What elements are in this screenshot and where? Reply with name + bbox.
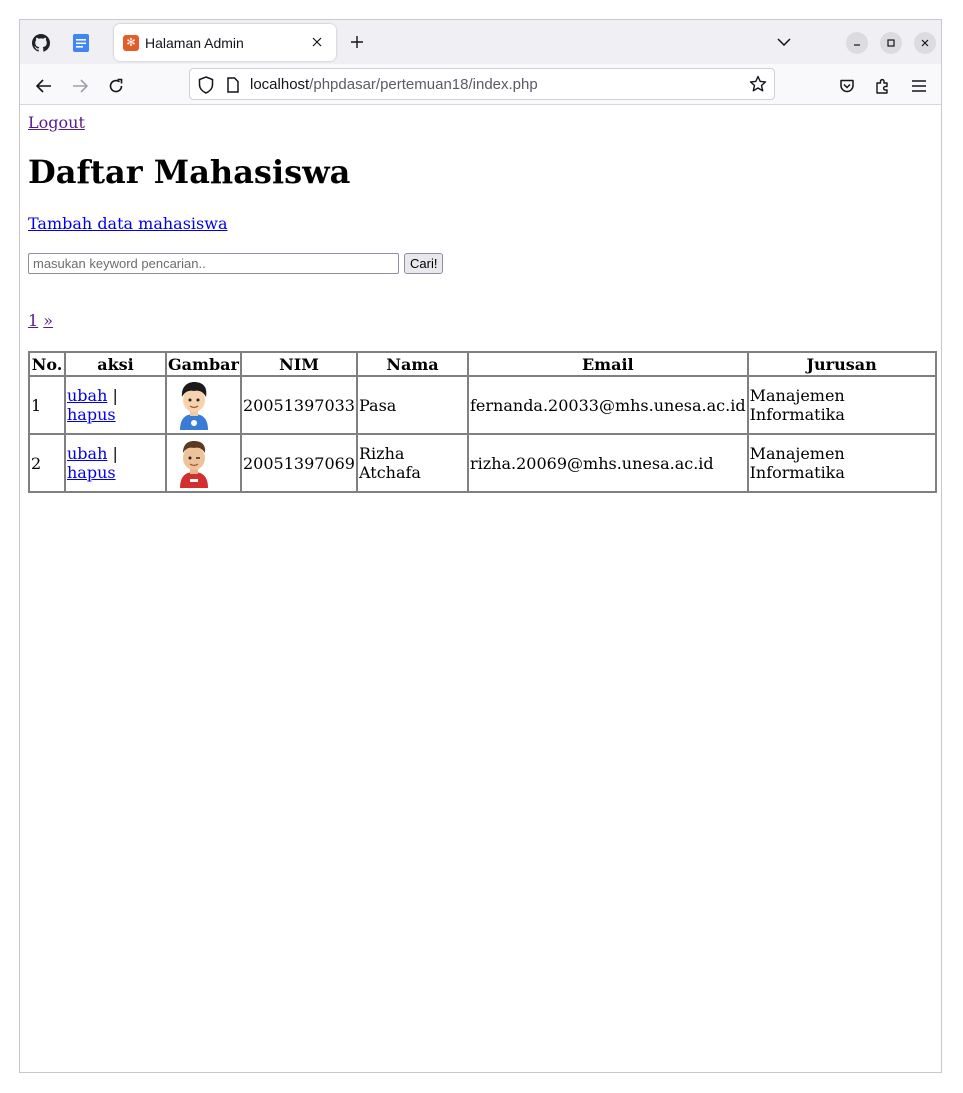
github-pinned-tab[interactable]	[26, 28, 56, 58]
avatar	[180, 441, 208, 488]
column-header-email: Email	[468, 352, 748, 376]
action-separator: |	[112, 444, 118, 463]
column-header-gambar: Gambar	[166, 352, 241, 376]
back-arrow-icon[interactable]	[30, 72, 58, 100]
row-number: 2	[29, 434, 65, 492]
row-jurusan: Manajemen Informatika	[747, 376, 936, 434]
edit-link[interactable]: ubah	[67, 386, 107, 405]
next-page-link[interactable]: »	[43, 311, 53, 330]
student-table: No. aksi Gambar NIM Nama Email Jurusan 1…	[28, 351, 937, 493]
action-separator: |	[112, 386, 118, 405]
column-header-no: No.	[29, 352, 65, 376]
delete-link[interactable]: hapus	[67, 405, 116, 424]
chevron-down-icon[interactable]	[772, 30, 796, 54]
url-host: localhost	[250, 76, 310, 93]
reload-icon[interactable]	[102, 72, 130, 100]
row-nim: 20051397069	[241, 434, 357, 492]
row-nama: Pasa	[357, 376, 468, 434]
row-number: 1	[29, 376, 65, 434]
column-header-nama: Nama	[357, 352, 468, 376]
pagination: 1 »	[28, 311, 53, 330]
page-info-icon[interactable]	[223, 75, 243, 95]
search-input[interactable]	[28, 253, 399, 274]
document-icon	[73, 34, 89, 52]
row-email: rizha.20069@mhs.unesa.ac.id	[468, 434, 748, 492]
minimize-icon[interactable]	[846, 32, 868, 54]
xampp-favicon-icon: ✻	[123, 34, 139, 51]
page-title: Daftar Mahasiswa	[28, 153, 351, 191]
add-student-link[interactable]: Tambah data mahasiswa	[28, 214, 227, 233]
column-header-jurusan: Jurusan	[747, 352, 936, 376]
new-tab-icon[interactable]	[345, 30, 369, 54]
pocket-icon[interactable]	[833, 72, 861, 100]
tab-title: Halaman Admin	[145, 34, 244, 51]
table-row: 2 ubah | hapus 20051397069 Rizha Atchafa…	[29, 434, 936, 492]
browser-window: ✻ Halaman Admin localhost/phpdasar/perte…	[19, 19, 942, 1073]
row-nama: Rizha Atchafa	[357, 434, 468, 492]
logout-link[interactable]: Logout	[28, 113, 85, 132]
close-window-icon[interactable]	[914, 32, 936, 54]
row-jurusan: Manajemen Informatika	[747, 434, 936, 492]
edit-link[interactable]: ubah	[67, 444, 107, 463]
table-row: 1 ubah | hapus 20051397033 Pasa fernanda…	[29, 376, 936, 434]
row-email: fernanda.20033@mhs.unesa.ac.id	[468, 376, 748, 434]
tab-halaman-admin[interactable]: ✻ Halaman Admin	[114, 24, 336, 61]
address-bar[interactable]: localhost/phpdasar/pertemuan18/index.php	[189, 68, 775, 100]
row-image	[166, 376, 241, 434]
url-path: /phpdasar/pertemuan18/index.php	[309, 76, 538, 93]
column-header-nim: NIM	[241, 352, 357, 376]
url-text: localhost/phpdasar/pertemuan18/index.php	[250, 76, 538, 93]
column-header-aksi: aksi	[65, 352, 166, 376]
menu-hamburger-icon[interactable]	[905, 72, 933, 100]
shield-icon[interactable]	[196, 75, 216, 95]
search-button[interactable]: Cari!	[404, 253, 444, 274]
row-actions: ubah | hapus	[65, 434, 166, 492]
forward-arrow-icon[interactable]	[66, 72, 94, 100]
tab-strip: ✻ Halaman Admin	[20, 20, 941, 64]
maximize-icon[interactable]	[880, 32, 902, 54]
page-content: Logout Daftar Mahasiswa Tambah data maha…	[20, 105, 941, 1072]
page-1-link[interactable]: 1	[28, 311, 38, 330]
extensions-icon[interactable]	[869, 72, 897, 100]
github-icon	[32, 34, 50, 52]
row-actions: ubah | hapus	[65, 376, 166, 434]
avatar	[180, 382, 208, 430]
row-nim: 20051397033	[241, 376, 357, 434]
table-header-row: No. aksi Gambar NIM Nama Email Jurusan	[29, 352, 936, 376]
bookmark-star-icon[interactable]	[748, 74, 768, 94]
docs-pinned-tab[interactable]	[66, 28, 96, 58]
delete-link[interactable]: hapus	[67, 463, 116, 482]
close-tab-icon[interactable]	[308, 33, 326, 51]
row-image	[166, 434, 241, 492]
navigation-bar: localhost/phpdasar/pertemuan18/index.php	[20, 64, 941, 105]
